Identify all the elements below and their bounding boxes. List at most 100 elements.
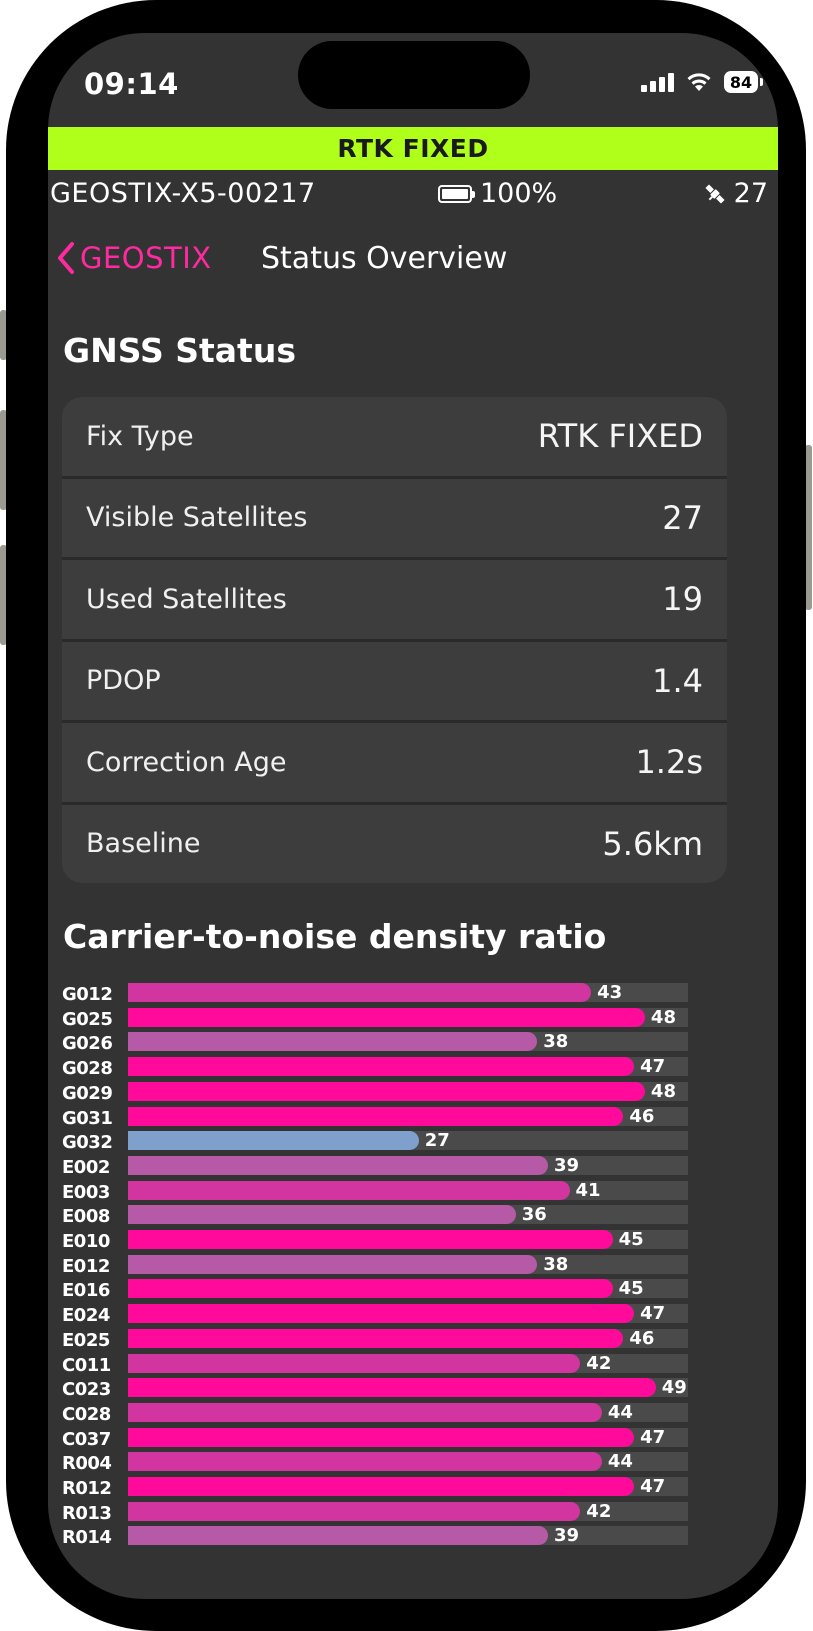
- back-button[interactable]: GEOSTIX: [56, 241, 212, 275]
- device-satellites: 27: [702, 178, 768, 209]
- chart-row: R012 47: [48, 1475, 778, 1500]
- chart-value-label: 49: [661, 1377, 687, 1399]
- chart-bar: [128, 1180, 570, 1200]
- chart-value-label: 41: [575, 1179, 601, 1201]
- chart-bar: [128, 1279, 613, 1299]
- gnss-status-heading: GNSS Status: [63, 331, 296, 370]
- chart-bar: [128, 1501, 581, 1521]
- status-icons: 84: [641, 71, 763, 93]
- pdop-value: 1.4: [652, 661, 703, 700]
- chart-bar: [128, 1254, 538, 1274]
- chart-value-label: 38: [543, 1031, 569, 1053]
- chart-category-label: G031: [62, 1107, 113, 1129]
- chart-bar: [128, 1106, 624, 1126]
- chart-row: E024 47: [48, 1302, 778, 1327]
- chart-row: G025 48: [48, 1006, 778, 1031]
- fix-type-label: Fix Type: [86, 420, 194, 452]
- chart-row: E025 46: [48, 1327, 778, 1352]
- chart-category-label: G028: [62, 1058, 113, 1080]
- chart-row: G012 43: [48, 981, 778, 1006]
- device-battery-value: 100%: [480, 178, 558, 209]
- cellular-signal-icon: [641, 72, 674, 92]
- gnss-status-card: Fix Type RTK FIXED Visible Satellites 27…: [62, 397, 727, 883]
- fix-status-banner: RTK FIXED: [48, 127, 778, 170]
- pdop-row: PDOP 1.4: [62, 641, 727, 720]
- wifi-icon: [687, 73, 711, 91]
- chart-row: G031 46: [48, 1105, 778, 1130]
- chart-row: E008 36: [48, 1203, 778, 1228]
- chart-bar: [128, 983, 592, 1002]
- chart-row: E016 45: [48, 1277, 778, 1302]
- chart-bar: [128, 1402, 602, 1422]
- chart-category-label: E016: [62, 1280, 110, 1302]
- chart-bar: [128, 1526, 548, 1546]
- chart-value-label: 47: [640, 1426, 666, 1448]
- chart-value-label: 47: [640, 1476, 666, 1497]
- correction-age-label: Correction Age: [86, 746, 287, 778]
- chart-category-label: E003: [62, 1181, 110, 1203]
- chart-bar: [128, 1353, 581, 1373]
- power-button: [805, 445, 812, 610]
- chart-value-label: 42: [586, 1500, 612, 1522]
- battery-icon: [438, 184, 475, 203]
- visible-satellites-row: Visible Satellites 27: [62, 478, 727, 557]
- chart-category-label: E010: [62, 1231, 110, 1252]
- dynamic-island: [298, 41, 530, 109]
- chart-value-label: 39: [554, 1154, 580, 1176]
- chart-bar: [128, 1007, 645, 1027]
- cn0-heading: Carrier-to-noise density ratio: [63, 917, 607, 956]
- device-battery: 100%: [438, 178, 557, 209]
- chart-category-label: G025: [62, 1008, 113, 1030]
- chart-row: E012 38: [48, 1253, 778, 1278]
- back-button-label: GEOSTIX: [80, 241, 212, 275]
- baseline-label: Baseline: [86, 828, 201, 860]
- chart-row: G032 27: [48, 1129, 778, 1154]
- chart-category-label: E012: [62, 1255, 110, 1277]
- chart-bar: [128, 1427, 635, 1447]
- chart-value-label: 36: [521, 1204, 547, 1226]
- chart-category-label: C023: [62, 1379, 111, 1401]
- chart-category-label: R004: [62, 1453, 112, 1475]
- used-satellites-row: Used Satellites 19: [62, 560, 727, 639]
- chevron-left-icon: [58, 242, 74, 274]
- chart-value-label: 47: [640, 1303, 666, 1325]
- chart-value-label: 44: [607, 1451, 633, 1473]
- baseline-row: Baseline 5.6km: [62, 804, 727, 883]
- device-name: GEOSTIX-X5-00217: [50, 178, 316, 209]
- fix-type-row: Fix Type RTK FIXED: [62, 397, 727, 476]
- status-time: 09:14: [84, 67, 179, 101]
- chart-row: R013 42: [48, 1500, 778, 1525]
- screen: 09:14 84 RTK FIXED GEOSTIX-X5-00217 100%: [48, 33, 778, 1599]
- cn0-bar-chart: G012 43 G025 48 G026 38 G028 47 G029 48 G031 46 G032…: [48, 981, 778, 1599]
- chart-value-label: 48: [650, 1080, 676, 1102]
- chart-value-label: 39: [554, 1525, 580, 1547]
- satellite-icon: [705, 183, 725, 204]
- chart-category-label: G032: [62, 1132, 113, 1154]
- chart-row: G028 47: [48, 1055, 778, 1080]
- chart-value-label: 47: [640, 1056, 666, 1078]
- phone-frame: 09:14 84 RTK FIXED GEOSTIX-X5-00217 100%: [6, 0, 806, 1631]
- page-title: Status Overview: [261, 241, 508, 276]
- visible-satellites-value: 27: [662, 498, 703, 537]
- chart-row: R004 44: [48, 1450, 778, 1475]
- chart-category-label: G029: [62, 1082, 113, 1104]
- chart-bar: [128, 1155, 548, 1175]
- chart-bar: [128, 1230, 613, 1249]
- chart-row: R014 39: [48, 1524, 778, 1549]
- pdop-label: PDOP: [86, 665, 161, 697]
- chart-row: C011 42: [48, 1352, 778, 1377]
- correction-age-row: Correction Age 1.2s: [62, 723, 727, 802]
- chart-row: C028 44: [48, 1401, 778, 1426]
- chart-category-label: E025: [62, 1329, 110, 1351]
- chart-value-label: 27: [424, 1130, 450, 1152]
- chart-value-label: 44: [607, 1401, 633, 1423]
- fix-type-value: RTK FIXED: [537, 417, 703, 456]
- chart-value-label: 38: [543, 1253, 569, 1275]
- chart-row: E002 39: [48, 1154, 778, 1179]
- chart-category-label: R012: [62, 1478, 112, 1499]
- chart-value-label: 46: [629, 1327, 655, 1349]
- chart-row: C037 47: [48, 1426, 778, 1451]
- used-satellites-label: Used Satellites: [86, 583, 287, 615]
- chart-bar: [128, 1032, 538, 1052]
- chart-row: C023 49: [48, 1376, 778, 1401]
